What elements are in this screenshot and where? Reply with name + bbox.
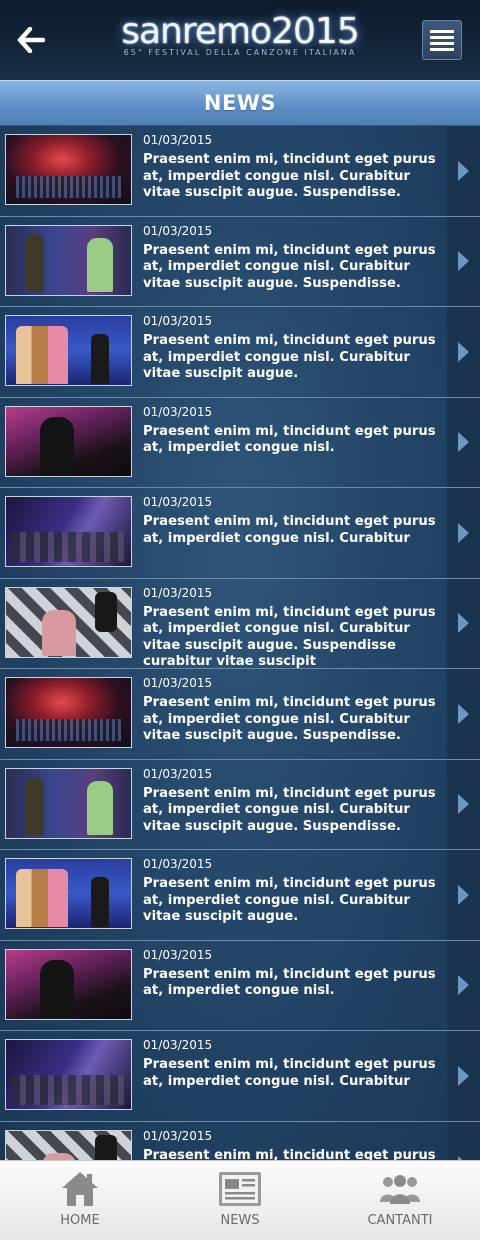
news-item[interactable]: 01/03/2015 Praesent enim mi, tincidunt e… bbox=[0, 578, 480, 670]
news-date: 01/03/2015 bbox=[143, 495, 213, 509]
news-summary: Praesent enim mi, tincidunt eget purus a… bbox=[143, 1147, 436, 1161]
open-news-button[interactable] bbox=[447, 216, 480, 306]
chevron-right-icon bbox=[458, 794, 469, 815]
news-item[interactable]: 01/03/2015 Praesent enim mi, tincidunt e… bbox=[0, 488, 480, 579]
news-thumbnail bbox=[5, 1129, 132, 1160]
open-news-button[interactable] bbox=[447, 126, 480, 216]
news-date: 01/03/2015 bbox=[143, 133, 213, 147]
news-item[interactable]: 01/03/2015 Praesent enim mi, tincidunt e… bbox=[0, 397, 480, 488]
news-summary: Praesent enim mi, tincidunt eget purus a… bbox=[143, 514, 436, 546]
menu-button[interactable] bbox=[422, 20, 462, 60]
news-summary: Praesent enim mi, tincidunt eget purus a… bbox=[143, 966, 436, 999]
news-item[interactable]: 01/03/2015 Praesent enim mi, tincidunt e… bbox=[0, 216, 480, 307]
news-thumbnail bbox=[5, 1039, 132, 1110]
news-item[interactable]: 01/03/2015 Praesent enim mi, tincidunt e… bbox=[0, 759, 480, 850]
chevron-right-icon bbox=[458, 522, 469, 543]
open-news-button[interactable] bbox=[447, 397, 480, 487]
news-item[interactable]: 01/03/2015 Praesent enim mi, tincidunt e… bbox=[0, 126, 480, 217]
news-thumbnail bbox=[5, 767, 132, 839]
news-date: 01/03/2015 bbox=[143, 1038, 213, 1052]
open-news-button[interactable] bbox=[447, 307, 480, 397]
news-item[interactable]: 01/03/2015 Praesent enim mi, tincidunt e… bbox=[0, 1031, 480, 1122]
tab-news-label: NEWS bbox=[220, 1213, 260, 1228]
news-list[interactable]: 01/03/2015 Praesent enim mi, tincidunt e… bbox=[0, 126, 480, 1160]
open-news-button[interactable] bbox=[447, 759, 480, 849]
bottom-tab-bar: HOME NEWS CANTANTI bbox=[0, 1160, 480, 1240]
news-item[interactable]: 01/03/2015 Praesent enim mi, tincidunt e… bbox=[0, 940, 480, 1031]
hamburger-menu-icon bbox=[430, 29, 454, 33]
tab-cantanti-label: CANTANTI bbox=[367, 1213, 433, 1228]
news-thumbnail bbox=[5, 586, 132, 658]
hamburger-menu-icon-bar bbox=[430, 41, 454, 45]
logo-subtitle: 65° FESTIVAL DELLA CANZONE ITALIANA bbox=[123, 48, 357, 57]
open-news-button[interactable] bbox=[447, 850, 480, 940]
news-summary: Praesent enim mi, tincidunt eget purus a… bbox=[143, 333, 436, 381]
open-news-button[interactable] bbox=[447, 488, 480, 578]
news-thumbnail bbox=[5, 858, 132, 929]
news-summary: Praesent enim mi, tincidunt eget purus a… bbox=[143, 242, 436, 291]
open-news-button[interactable] bbox=[447, 669, 480, 759]
news-summary: Praesent enim mi, tincidunt eget purus a… bbox=[143, 876, 436, 924]
open-news-button[interactable] bbox=[447, 578, 480, 668]
news-date: 01/03/2015 bbox=[143, 404, 213, 419]
chevron-right-icon bbox=[458, 1065, 469, 1086]
hamburger-menu-icon-bar bbox=[430, 47, 454, 51]
news-item[interactable]: 01/03/2015 Praesent enim mi, tincidunt e… bbox=[0, 1121, 480, 1161]
news-date: 01/03/2015 bbox=[143, 314, 213, 328]
news-thumbnail bbox=[5, 677, 132, 748]
page-title: NEWS bbox=[203, 91, 277, 115]
tab-home-label: HOME bbox=[60, 1213, 100, 1228]
open-news-button[interactable] bbox=[447, 1031, 480, 1121]
news-date: 01/03/2015 bbox=[143, 585, 213, 600]
news-item[interactable]: 01/03/2015 Praesent enim mi, tincidunt e… bbox=[0, 850, 480, 941]
news-date: 01/03/2015 bbox=[143, 857, 213, 871]
news-item[interactable]: 01/03/2015 Praesent enim mi, tincidunt e… bbox=[0, 669, 480, 760]
open-news-button[interactable] bbox=[447, 940, 480, 1030]
news-date: 01/03/2015 bbox=[143, 1128, 213, 1143]
newspaper-icon bbox=[217, 1169, 263, 1209]
back-arrow-icon bbox=[17, 27, 45, 53]
logo-title: sanremo2015 bbox=[121, 11, 360, 52]
tab-home[interactable]: HOME bbox=[0, 1161, 160, 1240]
news-summary: Praesent enim mi, tincidunt eget purus a… bbox=[143, 604, 436, 670]
open-news-button[interactable] bbox=[447, 1121, 480, 1160]
tab-news[interactable]: NEWS bbox=[160, 1161, 320, 1240]
news-date: 01/03/2015 bbox=[143, 766, 213, 781]
news-summary: Praesent enim mi, tincidunt eget purus a… bbox=[143, 423, 436, 456]
news-summary: Praesent enim mi, tincidunt eget purus a… bbox=[143, 1057, 436, 1089]
chevron-right-icon bbox=[458, 703, 469, 724]
chevron-right-icon bbox=[458, 975, 469, 996]
news-date: 01/03/2015 bbox=[143, 676, 213, 690]
tab-cantanti[interactable]: CANTANTI bbox=[320, 1161, 480, 1240]
chevron-right-icon bbox=[458, 613, 469, 634]
news-summary: Praesent enim mi, tincidunt eget purus a… bbox=[143, 785, 436, 834]
news-date: 01/03/2015 bbox=[143, 223, 213, 238]
app-header: sanremo2015 65° FESTIVAL DELLA CANZONE I… bbox=[0, 0, 480, 80]
people-icon bbox=[377, 1169, 423, 1209]
chevron-right-icon bbox=[458, 341, 469, 362]
chevron-right-icon bbox=[458, 432, 469, 453]
section-title-bar: NEWS bbox=[0, 80, 480, 126]
news-date: 01/03/2015 bbox=[143, 947, 213, 962]
news-thumbnail bbox=[5, 496, 132, 567]
news-summary: Praesent enim mi, tincidunt eget purus a… bbox=[143, 152, 436, 200]
chevron-right-icon bbox=[458, 160, 469, 181]
hamburger-menu-icon-bar bbox=[430, 35, 454, 39]
news-thumbnail bbox=[5, 405, 132, 477]
sanremo-logo: sanremo2015 65° FESTIVAL DELLA CANZONE I… bbox=[100, 12, 380, 68]
news-thumbnail bbox=[5, 315, 132, 386]
news-summary: Praesent enim mi, tincidunt eget purus a… bbox=[143, 695, 436, 743]
news-item[interactable]: 01/03/2015 Praesent enim mi, tincidunt e… bbox=[0, 307, 480, 398]
back-button[interactable] bbox=[14, 23, 48, 57]
chevron-right-icon bbox=[458, 251, 469, 272]
news-thumbnail bbox=[5, 948, 132, 1020]
news-thumbnail bbox=[5, 134, 132, 205]
news-thumbnail bbox=[5, 224, 132, 296]
chevron-right-icon bbox=[458, 884, 469, 905]
home-icon bbox=[60, 1169, 100, 1209]
